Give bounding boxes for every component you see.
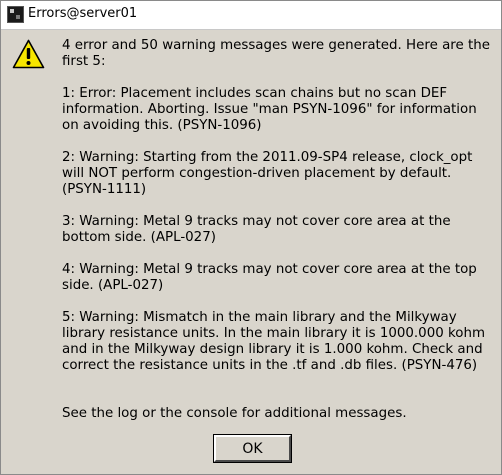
error-dialog-window: Errors@server01 4 error and 50 warning m… [0, 0, 502, 475]
message-item-4: 4: Warning: Metal 9 tracks may not cover… [62, 262, 477, 293]
message-item-2: 2: Warning: Starting from the 2011.09-SP… [62, 150, 473, 197]
message-item-5: 5: Warning: Mismatch in the main library… [62, 310, 486, 373]
message-item-1: 1: Error: Placement includes scan chains… [62, 86, 477, 133]
window-title: Errors@server01 [28, 6, 138, 21]
app-icon [7, 6, 24, 23]
message-footer: See the log or the console for additiona… [62, 406, 407, 421]
message-summary: 4 error and 50 warning messages were gen… [62, 38, 490, 69]
message-item-3: 3: Warning: Metal 9 tracks may not cover… [62, 214, 451, 245]
ok-button[interactable]: OK [213, 434, 292, 463]
warning-icon [12, 39, 45, 69]
message-body: 4 error and 50 warning messages were gen… [62, 38, 494, 438]
title-bar[interactable]: Errors@server01 [1, 1, 501, 30]
